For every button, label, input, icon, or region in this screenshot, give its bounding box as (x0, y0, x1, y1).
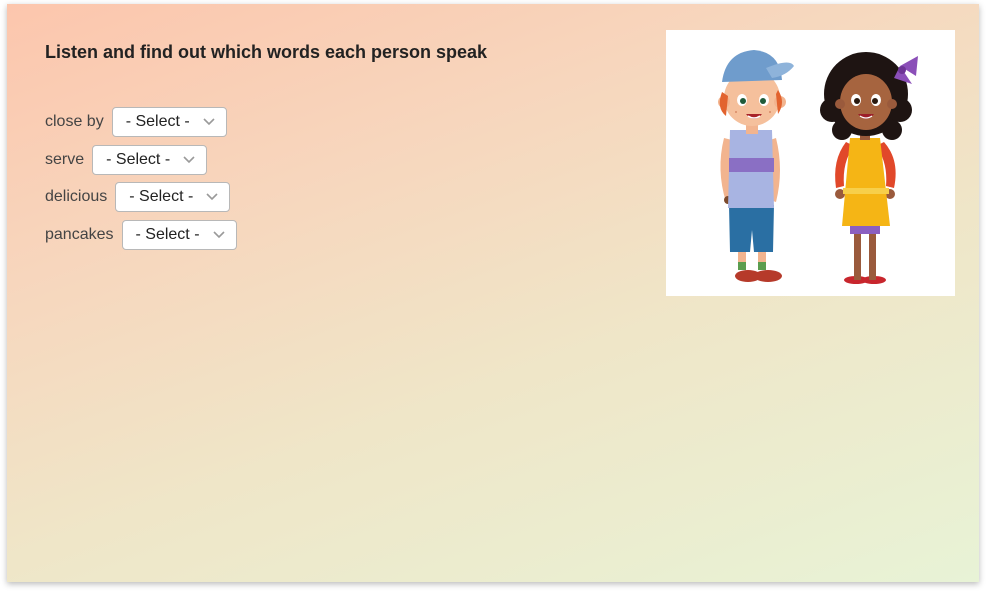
word-row-serve: serve - Select - (45, 144, 237, 176)
activity-title: Listen and find out which words each per… (45, 42, 488, 62)
select-value: - Select - (106, 150, 171, 168)
person-select-serve[interactable]: - Select - (92, 144, 208, 175)
select-value: - Select - (129, 188, 194, 205)
person-select-close-by[interactable]: - Select - (111, 107, 227, 137)
word-label: delicious (45, 188, 108, 205)
chevron-down-icon (203, 118, 215, 126)
boy-figure (718, 50, 794, 282)
girl-figure (820, 52, 918, 284)
word-select-list: close by - Select - serve - Select - del… (45, 106, 237, 256)
select-value: - Select - (125, 113, 190, 130)
boy-and-girl-illustration (718, 50, 918, 284)
word-row-close-by: close by - Select - (45, 106, 237, 138)
person-select-delicious[interactable]: - Select - (115, 182, 231, 212)
word-row-delicious: delicious - Select - (45, 181, 237, 213)
activity-card: Listen and find out which words each per… (7, 4, 979, 582)
word-label: serve (45, 150, 85, 168)
chevron-down-icon (206, 193, 218, 201)
word-label: close by (45, 113, 104, 130)
word-label: pancakes (45, 225, 114, 243)
select-value: - Select - (135, 225, 200, 243)
chevron-down-icon (212, 230, 225, 238)
person-select-pancakes[interactable]: - Select - (121, 219, 237, 250)
children-illustration (666, 30, 955, 296)
word-row-pancakes: pancakes - Select - (45, 219, 237, 251)
chevron-down-icon (183, 155, 195, 163)
